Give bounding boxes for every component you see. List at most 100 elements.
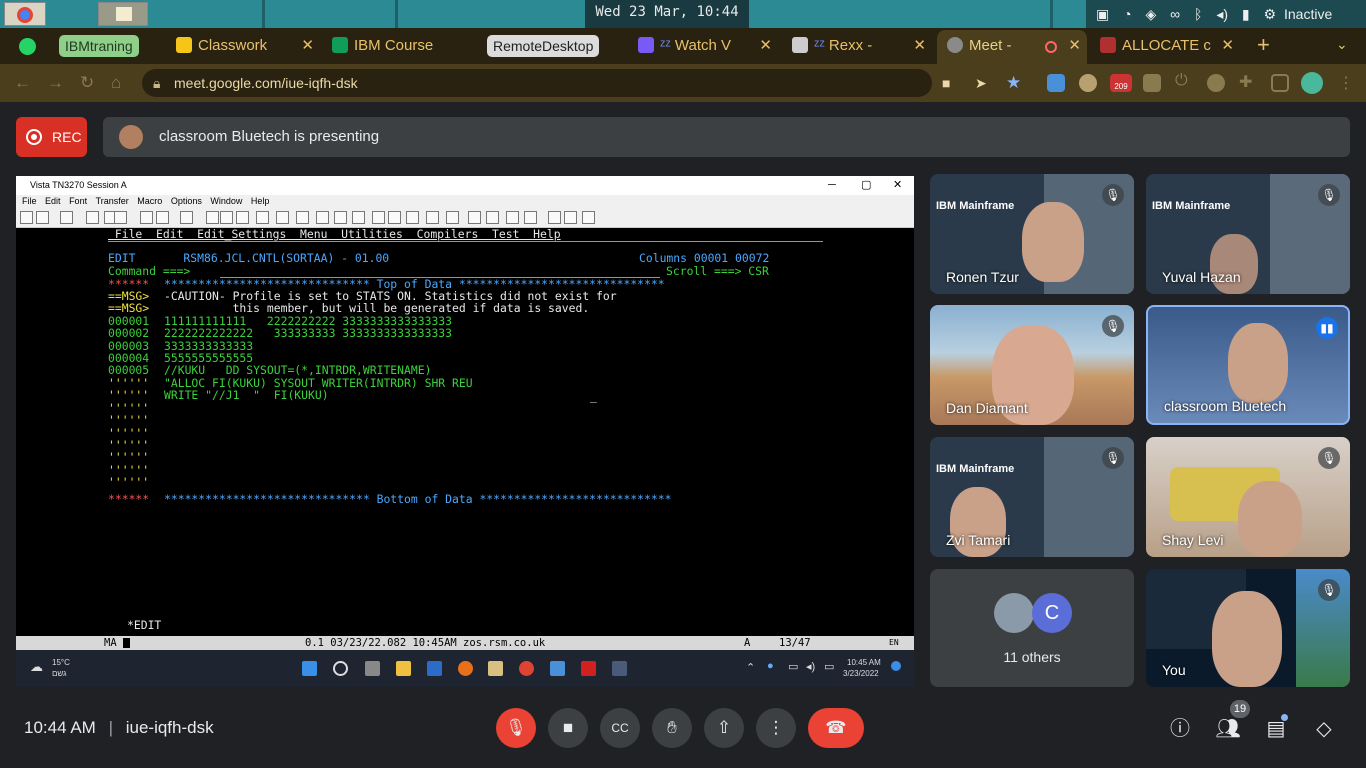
notepad-icon[interactable]: [550, 661, 565, 676]
participant-tile[interactable]: IBM Mainframe 🎙︎ Yuval Hazan: [1146, 174, 1350, 294]
menu-window[interactable]: Window: [210, 196, 242, 206]
app-icon[interactable]: [427, 661, 442, 676]
toolbar-button-icon[interactable]: [140, 211, 153, 224]
search-icon[interactable]: [333, 661, 348, 676]
terminal-icon[interactable]: ▣: [1096, 0, 1109, 28]
sidepanel-icon[interactable]: [1271, 74, 1289, 92]
close-icon[interactable]: ✕: [913, 32, 926, 60]
line-number[interactable]: '''''': [108, 388, 149, 402]
workspace-thumb-files[interactable]: [98, 2, 148, 26]
menu-file[interactable]: File: [22, 196, 37, 206]
notification-icon[interactable]: [891, 661, 901, 671]
toolbar-button-icon[interactable]: [276, 211, 289, 224]
ispf-menu-bar[interactable]: File Edit Edit_Settings Menu Utilities C…: [108, 228, 561, 241]
more-options-button[interactable]: ⋮: [756, 708, 796, 748]
whatsapp-icon[interactable]: [19, 38, 36, 55]
windows-start-icon[interactable]: [302, 661, 317, 676]
taskview-icon[interactable]: [365, 661, 380, 676]
workspace-thumb-chrome[interactable]: [4, 2, 46, 26]
toolbar-button-icon[interactable]: [296, 211, 309, 224]
close-icon[interactable]: ✕: [1221, 32, 1234, 60]
empty-line[interactable]: '''''': [108, 476, 149, 489]
tab-group-remotedesktop[interactable]: RemoteDesktop: [487, 35, 600, 57]
toolbar-button-icon[interactable]: [446, 211, 459, 224]
bookmark-star-icon[interactable]: ★: [1006, 69, 1021, 97]
tab-watch[interactable]: ᶻᶻ Watch V ✕: [638, 32, 776, 60]
toolbar-button-icon[interactable]: [206, 211, 219, 224]
menu-help[interactable]: Help: [251, 196, 270, 206]
captions-button[interactable]: CC: [600, 708, 640, 748]
volume-icon[interactable]: ◂): [1216, 0, 1228, 28]
toolbar-button-icon[interactable]: [582, 211, 595, 224]
menu-options[interactable]: Options: [171, 196, 202, 206]
toolbar-button-icon[interactable]: [372, 211, 385, 224]
firefox-icon[interactable]: [458, 661, 473, 676]
people-icon[interactable]: 👥︎ 19: [1215, 700, 1250, 742]
battery-icon[interactable]: ▮: [1242, 0, 1250, 28]
settings-icon[interactable]: ⚙: [1264, 0, 1277, 28]
reload-icon[interactable]: ↻: [80, 73, 94, 93]
toolbar-button-icon[interactable]: [236, 211, 249, 224]
tray-arrow-icon[interactable]: ⌃: [746, 661, 755, 674]
others-tile[interactable]: C 11 others: [930, 569, 1134, 687]
close-icon[interactable]: ✕: [1068, 30, 1081, 62]
maximize-icon[interactable]: ▢: [861, 176, 871, 195]
extension-icon[interactable]: [1143, 74, 1161, 92]
menu-transfer[interactable]: Transfer: [96, 196, 129, 206]
bluetooth-icon[interactable]: ᛒ: [1194, 0, 1202, 28]
toolbar-button-icon[interactable]: [114, 211, 127, 224]
explorer-icon[interactable]: [396, 661, 411, 676]
store-icon[interactable]: [488, 661, 503, 676]
puzzle-icon[interactable]: ✚: [1239, 72, 1257, 91]
close-icon[interactable]: ✕: [893, 176, 902, 195]
leave-call-button[interactable]: ☎︎: [808, 708, 864, 748]
tab-group-ibmtraning[interactable]: IBMtraning: [59, 35, 139, 57]
recording-badge[interactable]: REC: [16, 117, 87, 157]
participant-tile[interactable]: IBM Mainframe 🎙︎ Zvi Tamari: [930, 437, 1134, 557]
toolbar-button-icon[interactable]: [36, 211, 49, 224]
extension-icon[interactable]: [1207, 74, 1225, 92]
extension-icon[interactable]: [1079, 74, 1097, 92]
data-line[interactable]: WRITE "//J1 " FI(KUKU): [164, 388, 329, 402]
toolbar-button-icon[interactable]: [316, 211, 329, 224]
tab-rexx[interactable]: ᶻᶻ Rexx - ✕: [792, 32, 930, 60]
system-clock[interactable]: Wed 23 Mar, 10:44: [585, 0, 749, 28]
mic-toggle-button[interactable]: 🎙︎: [496, 708, 536, 748]
participant-tile[interactable]: ▮▮ classroom Bluetech: [1146, 305, 1350, 425]
toolbar-button-icon[interactable]: [220, 211, 233, 224]
tab-search-icon[interactable]: ⌄: [1336, 36, 1348, 53]
self-tile[interactable]: 🎙︎ You: [1146, 569, 1350, 687]
tab-meet[interactable]: Meet - ✕: [937, 30, 1087, 64]
toolbar-button-icon[interactable]: [60, 211, 73, 224]
toolbar-button-icon[interactable]: [180, 211, 193, 224]
toolbar-button-icon[interactable]: [548, 211, 561, 224]
toolbar-button-icon[interactable]: [406, 211, 419, 224]
toolbar-button-icon[interactable]: [86, 211, 99, 224]
network-icon[interactable]: ▭: [788, 660, 798, 673]
present-button[interactable]: ⇧: [704, 708, 744, 748]
toolbar-button-icon[interactable]: [524, 211, 537, 224]
acrobat-icon[interactable]: [581, 661, 596, 676]
participant-tile[interactable]: 🎙︎ Shay Levi: [1146, 437, 1350, 557]
extension-icon[interactable]: [1047, 74, 1065, 92]
menu-font[interactable]: Font: [69, 196, 87, 206]
tab-ibm-course[interactable]: IBM Course: [332, 32, 474, 60]
home-icon[interactable]: ⌂: [111, 73, 121, 93]
chat-icon[interactable]: ▤: [1263, 714, 1289, 742]
participant-tile[interactable]: IBM Mainframe 🎙︎ Ronen Tzur: [930, 174, 1134, 294]
extension-badge-icon[interactable]: 209: [1110, 74, 1132, 92]
toolbar-button-icon[interactable]: [564, 211, 577, 224]
menu-macro[interactable]: Macro: [137, 196, 162, 206]
close-icon[interactable]: ✕: [759, 32, 772, 60]
toolbar-button-icon[interactable]: [486, 211, 499, 224]
toolbar-button-icon[interactable]: [468, 211, 481, 224]
shield-icon[interactable]: ◈: [1145, 0, 1156, 28]
toolbar-button-icon[interactable]: [20, 211, 33, 224]
back-icon[interactable]: ←: [14, 73, 31, 93]
vista-app-icon[interactable]: [612, 661, 627, 676]
raise-hand-button[interactable]: ✋︎: [652, 708, 692, 748]
tab-allocate[interactable]: ALLOCATE c ✕: [1100, 32, 1238, 60]
toolbar-button-icon[interactable]: [506, 211, 519, 224]
forward-icon[interactable]: →: [47, 73, 64, 93]
new-tab-icon[interactable]: +: [1257, 32, 1270, 58]
